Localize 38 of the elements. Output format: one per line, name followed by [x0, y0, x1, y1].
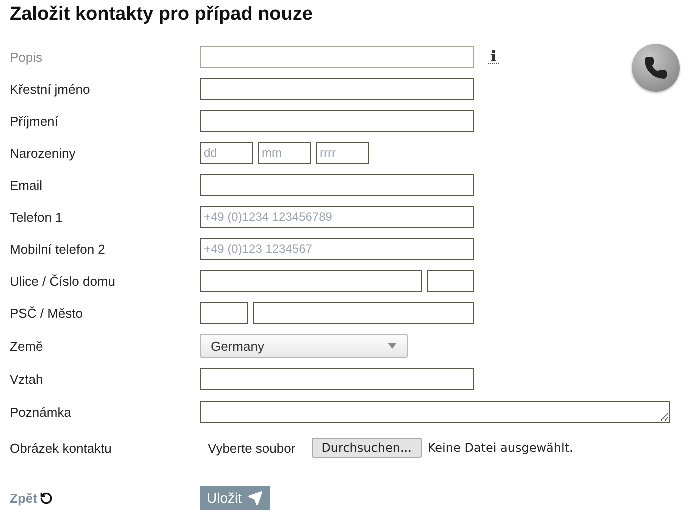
field-label: Popis: [10, 50, 44, 64]
undo-icon: [40, 492, 54, 504]
page-title: Založit kontakty pro případ nouze: [10, 3, 314, 27]
field-label: Telefon 1: [10, 210, 64, 224]
street-field[interactable]: [200, 270, 422, 292]
house-number-field[interactable]: [427, 270, 474, 292]
caret-icon: [388, 343, 397, 349]
file-prompt: Vyberte soubor: [208, 440, 296, 456]
browse-button[interactable]: Durchsuchen...: [312, 438, 422, 458]
date-field[interactable]: dd: [200, 142, 253, 164]
field-label: Země: [10, 338, 44, 354]
text-field[interactable]: +49 (0)123 1234567: [200, 238, 474, 260]
field-label: Email: [10, 178, 44, 192]
field-label: PSČ / Město: [10, 306, 84, 320]
field-label: Mobilní telefon 2: [10, 242, 106, 256]
note-field[interactable]: [200, 401, 670, 423]
date-field[interactable]: rrrr: [316, 142, 369, 164]
field-label: Vztah: [10, 372, 44, 386]
postcode-field[interactable]: [200, 302, 248, 324]
field-label: Příjmení: [10, 114, 60, 128]
text-field[interactable]: [200, 110, 474, 132]
text-field[interactable]: [200, 174, 474, 196]
info-icon[interactable]: [488, 50, 500, 64]
text-field[interactable]: [200, 78, 474, 100]
phone-icon: [632, 44, 680, 92]
text-field[interactable]: +49 (0)1234 123456789: [200, 206, 474, 228]
paper-plane-icon: [248, 490, 264, 506]
field-label: Narozeniny: [10, 146, 77, 160]
field-label: Poznámka: [10, 404, 72, 420]
text-field[interactable]: [200, 46, 474, 68]
field-label: Obrázek kontaktu: [10, 440, 113, 456]
date-field[interactable]: mm: [258, 142, 311, 164]
city-field[interactable]: [253, 302, 474, 324]
field-label: Křestní jméno: [10, 82, 92, 96]
field-label: Ulice / Číslo domu: [10, 274, 116, 288]
file-status: Keine Datei ausgewählt.: [428, 441, 574, 455]
text-field[interactable]: [200, 368, 474, 390]
country-select[interactable]: Germany: [200, 334, 408, 358]
